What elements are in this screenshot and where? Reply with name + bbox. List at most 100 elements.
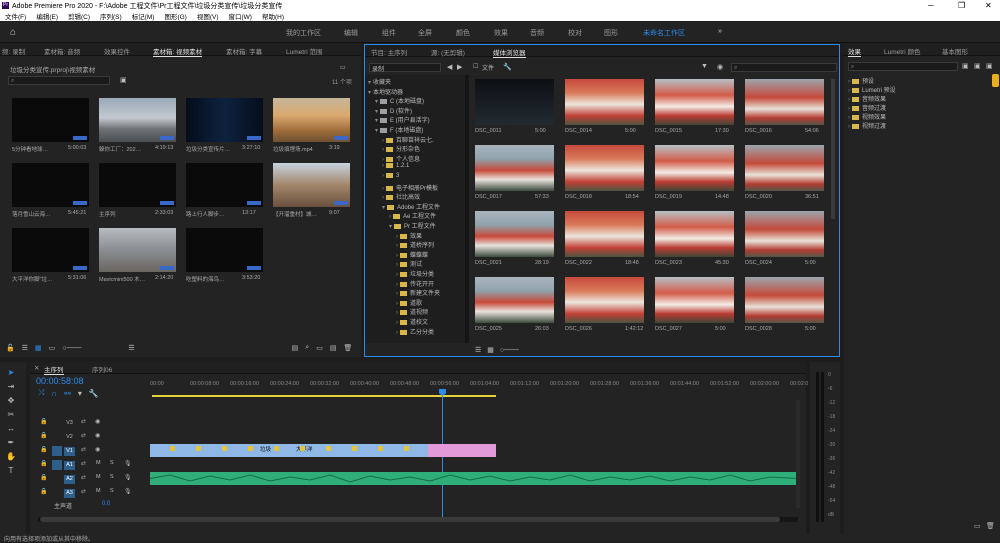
new-bin-icon[interactable]: ▣ [120,76,127,84]
workspace-tab-edit[interactable]: 编辑 [344,28,358,38]
track-label[interactable]: V1 [64,447,75,456]
solo-icon[interactable]: S [110,474,114,480]
media-file-thumbnail[interactable] [475,145,554,191]
expand-arrow-icon[interactable]: › [396,253,398,259]
workspace-tab-audio[interactable]: 音频 [530,28,544,38]
menu-clip[interactable]: 剪辑(C) [68,11,90,21]
folder-tree-item[interactable]: › Ae 工程文件 [389,211,436,220]
list-view-icon[interactable]: ☰ [475,346,481,354]
type-tool-icon[interactable]: T [6,466,16,476]
track-label[interactable]: A3 [64,489,75,498]
menu-view[interactable]: 视图(V) [197,11,219,21]
back-arrow-icon[interactable]: ◀ [447,63,452,71]
effects-category[interactable]: › 视频效果 [848,112,886,121]
project-item-thumbnail[interactable] [186,228,263,272]
project-item-thumbnail[interactable] [99,163,176,207]
media-file-thumbnail[interactable] [745,145,824,191]
workspace-overflow-icon[interactable]: » [718,28,722,35]
sync-lock-icon[interactable]: ⇄ [81,488,86,495]
expand-arrow-icon[interactable]: › [396,234,398,240]
media-file-thumbnail[interactable] [655,145,734,191]
media-file-thumbnail[interactable] [655,211,734,257]
playhead-timecode[interactable]: 00:00:58:08 [36,376,84,386]
source-patch-toggle[interactable] [52,432,62,442]
freeform-view-icon[interactable]: ▭ [49,344,56,352]
expand-arrow-icon[interactable]: › [396,320,398,326]
lock-icon[interactable]: 🔓 [6,344,15,352]
workspace-tab-effects[interactable]: 效果 [494,28,508,38]
menu-graphics[interactable]: 图形(G) [164,11,186,21]
project-item-thumbnail[interactable] [99,98,176,142]
source-patch-toggle[interactable] [52,446,62,456]
tab-effect-controls[interactable]: 效果控件 [104,46,130,56]
expand-arrow-icon[interactable]: ▾ [382,205,385,211]
forward-arrow-icon[interactable]: ▶ [457,63,462,71]
track-lock-icon[interactable]: 🔒 [40,446,47,453]
source-patch-toggle[interactable] [52,474,62,484]
title-clip[interactable] [428,444,496,457]
expand-arrow-icon[interactable]: › [382,147,384,153]
workspace-tab-mine[interactable]: 我的工作区 [286,28,321,38]
view-icon[interactable]: ◉ [717,63,723,71]
media-file-thumbnail[interactable] [565,145,644,191]
track-label[interactable]: V3 [64,419,75,428]
folder-tree-item[interactable]: › 1.2.1 [382,163,409,169]
tab-lumetri-color[interactable]: Lumetri 颜色 [884,46,920,56]
media-file-thumbnail[interactable] [745,277,824,323]
folder-tree-item[interactable]: › 道桥序列 [396,240,434,249]
tab-bin-record[interactable]: 频: 录制 [2,46,25,56]
project-item-thumbnail[interactable] [12,98,89,142]
tab-essential-graphics[interactable]: 基本图形 [942,46,968,56]
new-bin-footer-icon[interactable]: ▭ [316,344,323,352]
effects-search-input[interactable]: ⌕ [848,62,958,71]
media-file-thumbnail[interactable] [565,79,644,125]
folder-tree-item[interactable]: ▾ C (本地磁盘) [375,96,424,105]
project-item-thumbnail[interactable] [99,228,176,272]
expand-arrow-icon[interactable]: › [396,301,398,307]
icon-view-icon[interactable]: ▦ [487,346,494,354]
add-marker-icon[interactable]: ▾ [78,389,82,398]
list-view-icon[interactable]: ☰ [22,344,28,352]
media-file-thumbnail[interactable] [655,277,734,323]
accelerated-effects-icon[interactable]: ▣ [962,62,969,70]
track-lock-icon[interactable]: 🔒 [40,488,47,495]
workspace-tab-review[interactable]: 校对 [568,28,582,38]
sync-lock-icon[interactable]: ⇄ [81,418,86,425]
expand-arrow-icon[interactable]: ▾ [389,224,392,230]
new-bin-icon[interactable]: ▭ [974,522,981,530]
expand-arrow-icon[interactable]: › [389,214,391,220]
folder-tree-item[interactable]: ▾ D (软件) [375,106,412,115]
expand-arrow-icon[interactable]: ▾ [368,80,371,86]
razor-tool-icon[interactable]: ✂ [6,410,16,420]
folder-tree-item[interactable]: ▾ Pr 工程文件 [389,221,436,230]
audio-clip-a2[interactable] [149,472,799,485]
close-icon[interactable]: ✕ [985,0,992,11]
folder-tree-item[interactable]: ▾ 收藏夹 [368,77,391,86]
snap-icon[interactable]: ∩ [51,389,57,398]
folder-tree-item[interactable]: › 分形杂色 [382,144,420,153]
folder-tree-item[interactable]: › 社比高效 [382,192,420,201]
mute-icon[interactable]: M [96,474,101,480]
media-file-thumbnail[interactable] [475,79,554,125]
folder-tree-item[interactable]: › 电子相册Pr模板 [382,183,438,192]
source-patch-toggle[interactable] [52,460,62,470]
hand-tool-icon[interactable]: ✋ [6,452,16,462]
timeline-horizontal-scrollbar[interactable] [38,517,798,522]
project-search-input[interactable]: ⌕ [8,76,110,85]
tab-main-sequence[interactable]: 主序列 [44,364,64,375]
expand-arrow-icon[interactable]: › [396,282,398,288]
selection-tool-icon[interactable]: ➤ [6,368,16,378]
settings-wrench-icon[interactable]: 🔧 [89,389,99,398]
track-lock-icon[interactable]: 🔒 [40,460,47,467]
minimize-icon[interactable]: ─ [928,0,934,11]
bin-folder-icon[interactable]: ▭ [340,64,346,71]
trash-icon[interactable]: 🗑 [343,344,352,352]
track-lock-icon[interactable]: 🔒 [40,418,47,425]
tab-program-monitor[interactable]: 节目: 主序列 [371,47,407,57]
slip-tool-icon[interactable]: ↔ [6,424,16,434]
microphone-icon[interactable]: 🎙 [124,488,132,495]
workspace-tab-color[interactable]: 颜色 [456,28,470,38]
mute-icon[interactable]: M [96,460,101,466]
media-file-thumbnail[interactable] [565,211,644,257]
media-location-dropdown[interactable]: 录制 [369,63,441,73]
